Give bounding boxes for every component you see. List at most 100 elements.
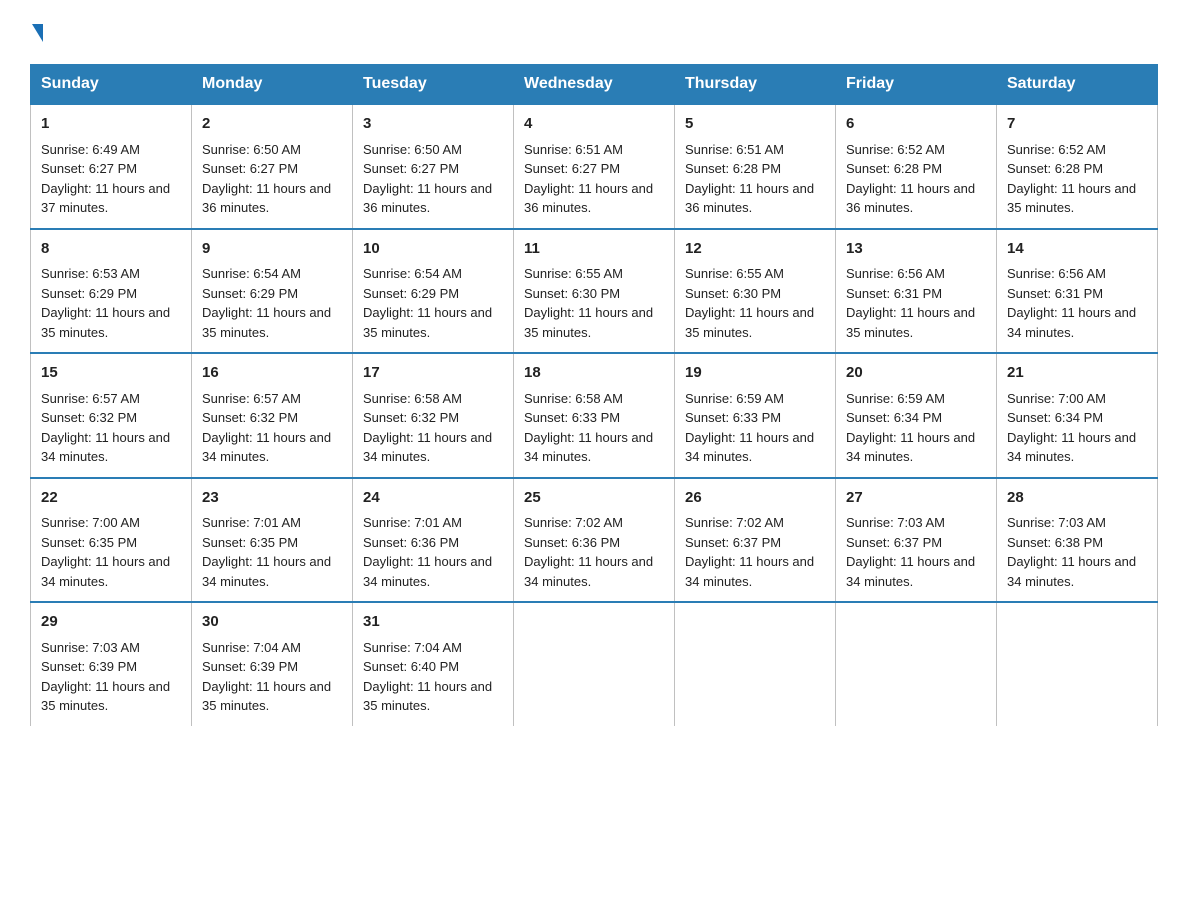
calendar-cell: 17 Sunrise: 6:58 AMSunset: 6:32 PMDaylig… [353,353,514,478]
day-number: 18 [524,362,664,385]
calendar-cell: 5 Sunrise: 6:51 AMSunset: 6:28 PMDayligh… [675,104,836,229]
calendar-cell: 2 Sunrise: 6:50 AMSunset: 6:27 PMDayligh… [192,104,353,229]
day-info: Sunrise: 6:58 AMSunset: 6:32 PMDaylight:… [363,391,492,465]
header-saturday: Saturday [997,65,1158,105]
day-info: Sunrise: 7:02 AMSunset: 6:37 PMDaylight:… [685,515,814,589]
calendar-table: SundayMondayTuesdayWednesdayThursdayFrid… [30,64,1158,726]
day-number: 12 [685,238,825,261]
day-info: Sunrise: 6:57 AMSunset: 6:32 PMDaylight:… [202,391,331,465]
day-number: 14 [1007,238,1147,261]
day-number: 27 [846,487,986,510]
calendar-cell: 23 Sunrise: 7:01 AMSunset: 6:35 PMDaylig… [192,478,353,603]
day-info: Sunrise: 7:04 AMSunset: 6:39 PMDaylight:… [202,640,331,714]
day-info: Sunrise: 6:57 AMSunset: 6:32 PMDaylight:… [41,391,170,465]
day-number: 25 [524,487,664,510]
calendar-cell: 4 Sunrise: 6:51 AMSunset: 6:27 PMDayligh… [514,104,675,229]
day-number: 20 [846,362,986,385]
calendar-cell: 3 Sunrise: 6:50 AMSunset: 6:27 PMDayligh… [353,104,514,229]
day-info: Sunrise: 6:51 AMSunset: 6:28 PMDaylight:… [685,142,814,216]
calendar-cell [514,602,675,726]
calendar-cell: 1 Sunrise: 6:49 AMSunset: 6:27 PMDayligh… [31,104,192,229]
calendar-cell: 11 Sunrise: 6:55 AMSunset: 6:30 PMDaylig… [514,229,675,354]
day-info: Sunrise: 6:49 AMSunset: 6:27 PMDaylight:… [41,142,170,216]
header-wednesday: Wednesday [514,65,675,105]
day-number: 19 [685,362,825,385]
calendar-week-4: 22 Sunrise: 7:00 AMSunset: 6:35 PMDaylig… [31,478,1158,603]
calendar-cell: 8 Sunrise: 6:53 AMSunset: 6:29 PMDayligh… [31,229,192,354]
day-number: 26 [685,487,825,510]
calendar-header-row: SundayMondayTuesdayWednesdayThursdayFrid… [31,65,1158,105]
calendar-cell: 6 Sunrise: 6:52 AMSunset: 6:28 PMDayligh… [836,104,997,229]
day-info: Sunrise: 6:50 AMSunset: 6:27 PMDaylight:… [202,142,331,216]
day-info: Sunrise: 7:00 AMSunset: 6:35 PMDaylight:… [41,515,170,589]
header-sunday: Sunday [31,65,192,105]
calendar-cell: 14 Sunrise: 6:56 AMSunset: 6:31 PMDaylig… [997,229,1158,354]
day-number: 4 [524,113,664,136]
header-monday: Monday [192,65,353,105]
day-number: 6 [846,113,986,136]
day-info: Sunrise: 7:03 AMSunset: 6:39 PMDaylight:… [41,640,170,714]
day-number: 30 [202,611,342,634]
day-info: Sunrise: 6:54 AMSunset: 6:29 PMDaylight:… [202,266,331,340]
calendar-cell: 19 Sunrise: 6:59 AMSunset: 6:33 PMDaylig… [675,353,836,478]
day-number: 22 [41,487,181,510]
calendar-week-1: 1 Sunrise: 6:49 AMSunset: 6:27 PMDayligh… [31,104,1158,229]
calendar-week-3: 15 Sunrise: 6:57 AMSunset: 6:32 PMDaylig… [31,353,1158,478]
day-number: 1 [41,113,181,136]
calendar-cell [997,602,1158,726]
calendar-week-5: 29 Sunrise: 7:03 AMSunset: 6:39 PMDaylig… [31,602,1158,726]
calendar-cell [675,602,836,726]
day-number: 8 [41,238,181,261]
calendar-cell: 7 Sunrise: 6:52 AMSunset: 6:28 PMDayligh… [997,104,1158,229]
day-number: 23 [202,487,342,510]
calendar-cell: 10 Sunrise: 6:54 AMSunset: 6:29 PMDaylig… [353,229,514,354]
day-number: 15 [41,362,181,385]
day-info: Sunrise: 7:01 AMSunset: 6:36 PMDaylight:… [363,515,492,589]
calendar-week-2: 8 Sunrise: 6:53 AMSunset: 6:29 PMDayligh… [31,229,1158,354]
day-info: Sunrise: 6:53 AMSunset: 6:29 PMDaylight:… [41,266,170,340]
day-info: Sunrise: 6:51 AMSunset: 6:27 PMDaylight:… [524,142,653,216]
day-info: Sunrise: 6:59 AMSunset: 6:34 PMDaylight:… [846,391,975,465]
day-info: Sunrise: 6:52 AMSunset: 6:28 PMDaylight:… [846,142,975,216]
day-number: 9 [202,238,342,261]
day-info: Sunrise: 7:00 AMSunset: 6:34 PMDaylight:… [1007,391,1136,465]
calendar-cell: 12 Sunrise: 6:55 AMSunset: 6:30 PMDaylig… [675,229,836,354]
day-info: Sunrise: 6:55 AMSunset: 6:30 PMDaylight:… [524,266,653,340]
calendar-cell: 31 Sunrise: 7:04 AMSunset: 6:40 PMDaylig… [353,602,514,726]
day-number: 31 [363,611,503,634]
calendar-cell: 24 Sunrise: 7:01 AMSunset: 6:36 PMDaylig… [353,478,514,603]
day-info: Sunrise: 6:56 AMSunset: 6:31 PMDaylight:… [1007,266,1136,340]
day-info: Sunrise: 6:50 AMSunset: 6:27 PMDaylight:… [363,142,492,216]
calendar-cell: 21 Sunrise: 7:00 AMSunset: 6:34 PMDaylig… [997,353,1158,478]
day-number: 3 [363,113,503,136]
calendar-cell: 27 Sunrise: 7:03 AMSunset: 6:37 PMDaylig… [836,478,997,603]
header-friday: Friday [836,65,997,105]
calendar-cell: 15 Sunrise: 6:57 AMSunset: 6:32 PMDaylig… [31,353,192,478]
day-number: 16 [202,362,342,385]
calendar-cell [836,602,997,726]
day-number: 10 [363,238,503,261]
calendar-cell: 26 Sunrise: 7:02 AMSunset: 6:37 PMDaylig… [675,478,836,603]
calendar-cell: 18 Sunrise: 6:58 AMSunset: 6:33 PMDaylig… [514,353,675,478]
header-tuesday: Tuesday [353,65,514,105]
day-number: 11 [524,238,664,261]
day-info: Sunrise: 7:04 AMSunset: 6:40 PMDaylight:… [363,640,492,714]
header-thursday: Thursday [675,65,836,105]
page-header [30,20,1158,46]
calendar-cell: 16 Sunrise: 6:57 AMSunset: 6:32 PMDaylig… [192,353,353,478]
day-number: 2 [202,113,342,136]
calendar-cell: 29 Sunrise: 7:03 AMSunset: 6:39 PMDaylig… [31,602,192,726]
day-number: 7 [1007,113,1147,136]
day-number: 29 [41,611,181,634]
day-info: Sunrise: 7:03 AMSunset: 6:38 PMDaylight:… [1007,515,1136,589]
calendar-cell: 22 Sunrise: 7:00 AMSunset: 6:35 PMDaylig… [31,478,192,603]
day-info: Sunrise: 7:03 AMSunset: 6:37 PMDaylight:… [846,515,975,589]
calendar-cell: 20 Sunrise: 6:59 AMSunset: 6:34 PMDaylig… [836,353,997,478]
day-number: 5 [685,113,825,136]
day-info: Sunrise: 6:52 AMSunset: 6:28 PMDaylight:… [1007,142,1136,216]
day-info: Sunrise: 6:58 AMSunset: 6:33 PMDaylight:… [524,391,653,465]
day-info: Sunrise: 7:01 AMSunset: 6:35 PMDaylight:… [202,515,331,589]
calendar-cell: 30 Sunrise: 7:04 AMSunset: 6:39 PMDaylig… [192,602,353,726]
day-info: Sunrise: 6:54 AMSunset: 6:29 PMDaylight:… [363,266,492,340]
calendar-cell: 13 Sunrise: 6:56 AMSunset: 6:31 PMDaylig… [836,229,997,354]
